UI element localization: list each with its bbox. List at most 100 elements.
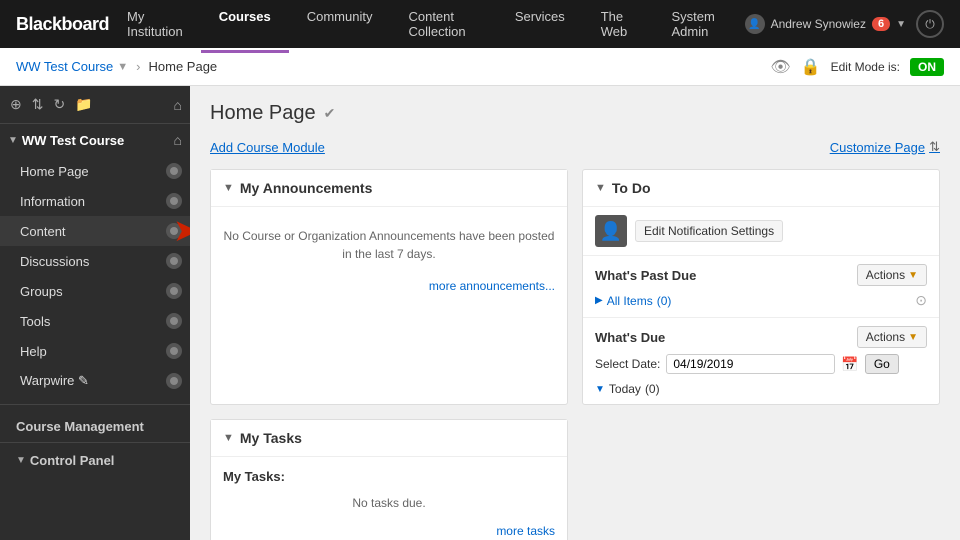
page-title-row: Home Page ✔ <box>210 102 940 125</box>
all-items-arrow: ▶ <box>595 295 603 306</box>
whats-due-section: What's Due Actions ▼ Select Date: 📅 Go ▼ <box>583 318 939 404</box>
sidebar-item-information-label: Information <box>20 194 166 209</box>
todo-user-row: 👤 Edit Notification Settings <box>583 207 939 256</box>
sidebar-folder-icon[interactable]: 📁 <box>73 94 94 115</box>
nav-link-content-collection[interactable]: Content Collection <box>390 0 496 53</box>
sidebar-control-panel-arrow: ▼ <box>16 455 26 466</box>
past-due-actions-label: Actions <box>866 268 905 282</box>
lock-icon[interactable]: 🔒 <box>801 57 821 77</box>
tasks-module: ▼ My Tasks My Tasks: No tasks due. more … <box>210 419 568 540</box>
sidebar-item-discussions[interactable]: Discussions <box>0 246 190 276</box>
sidebar-section-home-icon[interactable]: ⌂ <box>174 132 182 148</box>
breadcrumb-icons: 👁 🔒 Edit Mode is: ON <box>770 57 944 77</box>
sidebar-item-groups[interactable]: Groups <box>0 276 190 306</box>
today-count: (0) <box>645 382 660 396</box>
edit-mode-toggle[interactable]: ON <box>910 58 944 76</box>
notification-badge[interactable]: 6 <box>872 17 890 31</box>
nav-link-the-web[interactable]: The Web <box>583 0 654 53</box>
sidebar-control-panel-header[interactable]: ▼ Control Panel <box>8 449 182 472</box>
sidebar-add-icon[interactable]: ⊕ <box>8 94 24 115</box>
whats-due-actions-button[interactable]: Actions ▼ <box>857 326 927 348</box>
announcements-collapse-icon[interactable]: ▼ <box>223 182 234 194</box>
sidebar-item-home-page-bullet <box>166 163 182 179</box>
user-avatar-icon: 👤 <box>745 14 765 34</box>
todo-header: ▼ To Do <box>583 170 939 207</box>
visibility-icon[interactable]: 👁 <box>770 57 790 77</box>
all-items-count: (0) <box>657 294 672 308</box>
past-due-section: What's Past Due Actions ▼ ▶ All Items (0… <box>583 256 939 318</box>
sidebar-item-discussions-label: Discussions <box>20 254 166 269</box>
all-items-check-icon: ⊙ <box>915 292 927 309</box>
nav-link-community[interactable]: Community <box>289 0 391 53</box>
power-icon[interactable]: ⏻ <box>916 10 944 38</box>
past-due-actions-button[interactable]: Actions ▼ <box>857 264 927 286</box>
tasks-body: My Tasks: No tasks due. more tasks <box>211 457 567 540</box>
add-module-button[interactable]: Add Course Module <box>210 140 325 155</box>
breadcrumb-bar: WW Test Course ▼ › Home Page 👁 🔒 Edit Mo… <box>0 48 960 86</box>
announcements-more-link[interactable]: more announcements... <box>223 279 555 293</box>
tasks-header: ▼ My Tasks <box>211 420 567 457</box>
sidebar-course-title: WW Test Course <box>22 133 174 148</box>
nav-link-my-institution[interactable]: My Institution <box>109 0 201 53</box>
sidebar-item-groups-label: Groups <box>20 284 166 299</box>
all-items-link[interactable]: ▶ All Items (0) <box>595 294 671 308</box>
calendar-icon[interactable]: 📅 <box>841 356 858 373</box>
customize-area: Customize Page ⇅ <box>830 139 940 155</box>
top-navigation: Blackboard My Institution Courses Commun… <box>0 0 960 48</box>
breadcrumb-dropdown-arrow[interactable]: ▼ <box>117 61 128 73</box>
date-row: Select Date: 📅 Go <box>595 354 927 374</box>
blackboard-logo: Blackboard <box>16 14 109 35</box>
sidebar-management-header[interactable]: Course Management <box>8 415 182 438</box>
sidebar-swap-icon[interactable]: ⇅ <box>30 94 46 115</box>
sidebar-section-arrow: ▼ <box>8 135 18 146</box>
sidebar-item-warpwire-label: Warpwire ✎ <box>20 373 166 389</box>
date-input[interactable] <box>666 354 835 374</box>
tasks-more-link[interactable]: more tasks <box>223 524 555 538</box>
todo-collapse-icon[interactable]: ▼ <box>595 182 606 194</box>
nav-link-services[interactable]: Services <box>497 0 583 53</box>
sidebar-item-content[interactable]: Content ➤ <box>0 216 190 246</box>
modules-grid: ▼ My Announcements No Course or Organiza… <box>210 169 940 540</box>
red-arrow-indicator: ➤ <box>175 217 190 245</box>
user-name: Andrew Synowiez <box>771 17 866 31</box>
nav-link-system-admin[interactable]: System Admin <box>654 0 745 53</box>
sidebar-item-discussions-bullet <box>166 253 182 269</box>
main-content: Home Page ✔ Add Course Module Customize … <box>190 86 960 540</box>
sidebar-item-help-bullet <box>166 343 182 359</box>
todo-title-area: ▼ To Do <box>595 180 651 196</box>
today-label: Today <box>609 382 641 396</box>
sidebar-item-help[interactable]: Help <box>0 336 190 366</box>
sidebar-item-warpwire[interactable]: Warpwire ✎ <box>0 366 190 396</box>
sidebar-item-home-page[interactable]: Home Page <box>0 156 190 186</box>
todo-title: To Do <box>612 180 651 196</box>
sidebar-item-information[interactable]: Information <box>0 186 190 216</box>
top-nav-right: 👤 Andrew Synowiez 6 ▼ ⏻ <box>745 10 944 38</box>
customize-page-button[interactable]: Customize Page ⇅ <box>830 139 940 155</box>
sidebar-home-icon[interactable]: ⌂ <box>174 97 182 113</box>
all-items-row: ▶ All Items (0) ⊙ <box>595 292 927 309</box>
breadcrumb-separator: › <box>136 59 140 74</box>
all-items-label: All Items <box>607 294 653 308</box>
user-dropdown-arrow[interactable]: ▼ <box>896 19 906 30</box>
customize-sort-icon: ⇅ <box>929 139 940 155</box>
sidebar-item-tools[interactable]: Tools <box>0 306 190 336</box>
app-layout: ⊕ ⇅ ↻ 📁 ⌂ ▼ WW Test Course ⌂ Home Page I… <box>0 86 960 540</box>
past-due-actions-caret: ▼ <box>908 270 918 281</box>
tasks-title: My Tasks <box>240 430 302 446</box>
sidebar-management-section: Course Management <box>0 404 190 442</box>
go-button[interactable]: Go <box>865 354 899 374</box>
past-due-header: What's Past Due Actions ▼ <box>595 264 927 286</box>
sidebar-item-help-label: Help <box>20 344 166 359</box>
sidebar-refresh-icon[interactable]: ↻ <box>51 94 67 115</box>
sidebar-item-home-page-label: Home Page <box>20 164 166 179</box>
edit-notification-settings-button[interactable]: Edit Notification Settings <box>635 220 783 242</box>
breadcrumb-course[interactable]: WW Test Course ▼ <box>16 59 128 74</box>
announcements-body: No Course or Organization Announcements … <box>211 207 567 305</box>
nav-link-courses[interactable]: Courses <box>201 0 289 53</box>
today-section[interactable]: ▼ Today (0) <box>595 382 927 396</box>
sidebar-control-panel-label: Control Panel <box>30 453 115 468</box>
tasks-no-due: No tasks due. <box>223 490 555 516</box>
tasks-collapse-icon[interactable]: ▼ <box>223 432 234 444</box>
sidebar-course-header[interactable]: ▼ WW Test Course ⌂ <box>0 124 190 156</box>
user-info[interactable]: 👤 Andrew Synowiez 6 ▼ <box>745 14 906 34</box>
